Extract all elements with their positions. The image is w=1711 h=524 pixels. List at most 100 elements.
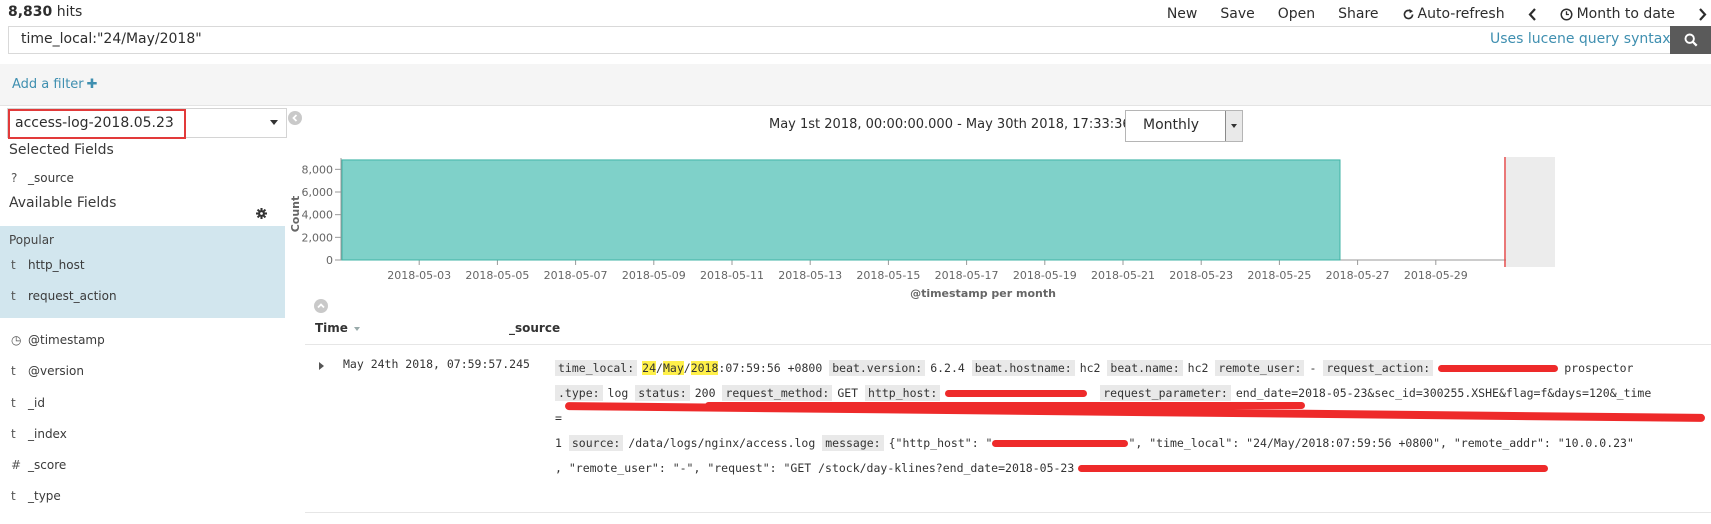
source-line: 1 source: /data/logs/nginx/access.log mes… bbox=[555, 431, 1705, 456]
bars bbox=[341, 159, 1341, 261]
field-item-score[interactable]: # _score bbox=[0, 448, 285, 481]
hits-count: 8,830 hits bbox=[8, 4, 82, 20]
source-value: end_date=2018-05-23&sec_id=300255.XSHE&f… bbox=[1235, 386, 1652, 400]
source-key: remote_user: bbox=[1215, 360, 1305, 376]
index-pattern-select[interactable]: access-log-2018.05.23 bbox=[7, 108, 287, 139]
source-text: 1 bbox=[555, 436, 562, 450]
field-name: _type bbox=[28, 488, 61, 503]
clock-icon bbox=[1560, 7, 1573, 21]
highlight: 24 bbox=[642, 361, 657, 375]
gear-icon[interactable] bbox=[256, 208, 267, 223]
field-item-timestamp[interactable]: ◷ @timestamp bbox=[0, 323, 285, 356]
source-value: 6.2.4 bbox=[930, 361, 965, 375]
x-tick-label: 2018-05-23 bbox=[1169, 269, 1233, 282]
time-picker-button[interactable]: Month to date bbox=[1560, 6, 1675, 22]
header-divider bbox=[305, 344, 1711, 345]
expand-row-toggle[interactable] bbox=[319, 362, 324, 370]
add-filter-link[interactable]: Add a filter ✚ bbox=[12, 77, 98, 92]
share-button[interactable]: Share bbox=[1338, 6, 1378, 22]
source-value: /data/logs/nginx/access.log bbox=[628, 436, 816, 450]
x-tick-label: 2018-05-13 bbox=[778, 269, 842, 282]
field-type-icon: t bbox=[11, 363, 16, 378]
x-tick-label: 2018-05-21 bbox=[1091, 269, 1155, 282]
sort-down-icon[interactable] bbox=[354, 326, 361, 331]
source-key: request_method: bbox=[722, 385, 833, 401]
interval-value: Monthly bbox=[1143, 117, 1200, 133]
interval-dropdown-button[interactable] bbox=[1225, 111, 1242, 141]
search-input[interactable]: time_local:"24/May/2018" bbox=[8, 26, 1670, 54]
time-forward-button[interactable] bbox=[1698, 7, 1707, 21]
field-item-index[interactable]: t _index bbox=[0, 417, 285, 450]
redaction-mark bbox=[705, 402, 1305, 409]
caret-down-icon bbox=[270, 120, 278, 125]
source-text: prospector bbox=[1564, 361, 1634, 375]
search-submit-button[interactable] bbox=[1670, 26, 1711, 54]
collapse-chart-button[interactable] bbox=[314, 299, 328, 313]
query-bar: time_local:"24/May/2018" Uses lucene que… bbox=[0, 26, 1711, 59]
x-tick-label: 2018-05-07 bbox=[544, 269, 608, 282]
source-text: = bbox=[555, 411, 562, 425]
column-header-time[interactable]: Time bbox=[315, 321, 361, 335]
field-name: @timestamp bbox=[28, 332, 105, 347]
hits-number: 8,830 bbox=[8, 4, 53, 20]
source-key: request_parameter: bbox=[1100, 385, 1231, 401]
time-picker-label: Month to date bbox=[1576, 6, 1675, 22]
x-tick-label: 2018-05-09 bbox=[622, 269, 686, 282]
source-value: hc2 bbox=[1079, 361, 1101, 375]
y-axis-label: Count bbox=[289, 196, 302, 233]
source-text: , "remote_user": "-", "request": "GET /s… bbox=[555, 461, 1075, 475]
x-tick-label: 2018-05-27 bbox=[1326, 269, 1390, 282]
source-key: status: bbox=[635, 385, 690, 401]
histogram-bar[interactable] bbox=[341, 159, 1341, 261]
source-key: time_local: bbox=[555, 360, 638, 376]
time-header-label: Time bbox=[315, 321, 348, 335]
source-value: log bbox=[607, 386, 629, 400]
available-fields-title: Available Fields bbox=[9, 195, 117, 211]
field-name: _id bbox=[28, 395, 45, 410]
clock-type-icon: ◷ bbox=[11, 332, 22, 347]
top-bar: 8,830 hits New Save Open Share Auto-refr… bbox=[0, 0, 1711, 26]
field-name: _source bbox=[28, 170, 74, 185]
field-item-http-host[interactable]: t http_host bbox=[0, 248, 285, 281]
source-key: request_action: bbox=[1323, 360, 1434, 376]
selected-fields-title: Selected Fields bbox=[9, 142, 114, 158]
field-type-icon: # bbox=[11, 457, 22, 472]
source-key: source: bbox=[568, 435, 624, 451]
x-tick-label: 2018-05-03 bbox=[387, 269, 451, 282]
auto-refresh-button[interactable]: Auto-refresh bbox=[1402, 6, 1505, 22]
lucene-syntax-link[interactable]: Uses lucene query syntax bbox=[1490, 31, 1671, 47]
x-axis: 2018-05-03 2018-05-05 2018-05-07 2018-05-09… bbox=[341, 259, 1555, 282]
source-value: ", "time_local": "24/May/2018:07:59:56 +… bbox=[1128, 436, 1634, 450]
time-range-label: May 1st 2018, 00:00:00.000 - May 30th 20… bbox=[769, 117, 1177, 132]
x-axis-label: @timestamp per month bbox=[910, 287, 1056, 300]
chevron-left-icon bbox=[1528, 7, 1536, 21]
field-item-source[interactable]: ? _source bbox=[0, 161, 285, 194]
field-name: _index bbox=[28, 426, 67, 441]
new-button[interactable]: New bbox=[1167, 6, 1198, 22]
chevron-up-icon bbox=[317, 303, 325, 309]
source-key: beat.version: bbox=[829, 360, 926, 376]
field-type-icon: t bbox=[11, 288, 16, 303]
row-timestamp: May 24th 2018, 07:59:57.245 bbox=[343, 357, 530, 371]
histogram-chart: 02,0004,0006,0008,000 2018-05-03 2018-05-… bbox=[289, 157, 1555, 300]
x-tick-label: 2018-05-17 bbox=[935, 269, 999, 282]
field-item-request-action[interactable]: t request_action bbox=[0, 279, 285, 312]
open-button[interactable]: Open bbox=[1278, 6, 1315, 22]
source-value: GET bbox=[837, 386, 859, 400]
interval-select[interactable]: Monthly bbox=[1125, 110, 1243, 142]
field-item-type[interactable]: t _type bbox=[0, 479, 285, 512]
field-name: http_host bbox=[28, 257, 85, 272]
filter-bar: Add a filter ✚ bbox=[0, 64, 1711, 106]
save-button[interactable]: Save bbox=[1220, 6, 1254, 22]
x-tick-label: 2018-05-11 bbox=[700, 269, 764, 282]
field-name: @version bbox=[28, 363, 84, 378]
time-back-button[interactable] bbox=[1528, 7, 1537, 21]
redaction-mark bbox=[945, 390, 1088, 397]
source-line: time_local: 24/May/2018:07:59:56 +0800 be… bbox=[555, 356, 1705, 381]
source-key: .type: bbox=[555, 385, 603, 401]
field-item-version[interactable]: t @version bbox=[0, 354, 285, 387]
y-tick-label: 4,000 bbox=[302, 209, 334, 222]
field-name: request_action bbox=[28, 288, 117, 303]
search-icon bbox=[1684, 33, 1697, 47]
field-item-id[interactable]: t _id bbox=[0, 386, 285, 419]
